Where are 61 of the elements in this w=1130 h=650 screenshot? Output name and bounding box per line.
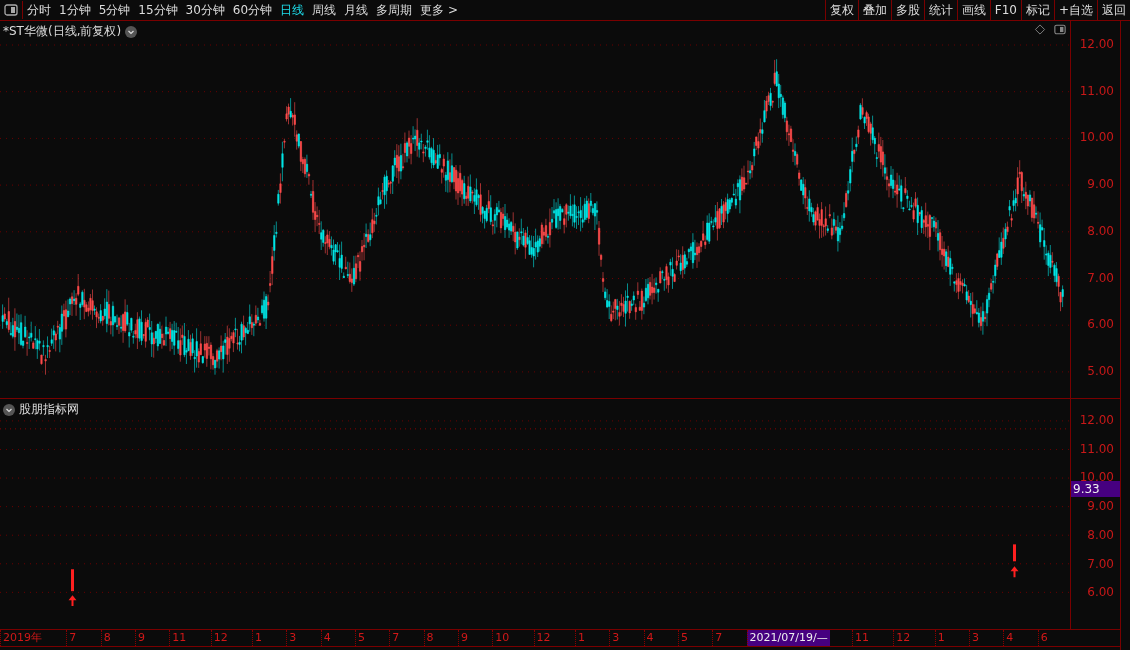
axis-label: 9.00 bbox=[1087, 499, 1114, 514]
chart-title: *ST华微(日线,前复权) bbox=[3, 23, 122, 40]
axis-label: 8.00 bbox=[1087, 527, 1114, 542]
axis-label: 11.00 bbox=[1079, 83, 1114, 98]
date-label: 1 bbox=[574, 630, 587, 646]
axis-label: 6.00 bbox=[1087, 317, 1114, 332]
axis-label: 12.00 bbox=[1079, 37, 1114, 51]
date-label: 2019年 bbox=[0, 630, 44, 646]
date-label: 1 bbox=[251, 630, 264, 646]
date-label: 1 bbox=[934, 630, 947, 646]
date-label: 8 bbox=[100, 630, 113, 646]
date-label: 9 bbox=[135, 630, 147, 646]
chevron-down-icon[interactable] bbox=[125, 25, 138, 38]
date-label: 8 bbox=[423, 630, 436, 646]
date-label: 3 bbox=[609, 630, 622, 646]
period-tab[interactable]: 5分钟 bbox=[94, 1, 135, 19]
date-label: 12 bbox=[893, 630, 913, 646]
date-label: 3 bbox=[969, 630, 981, 646]
chevron-down-icon[interactable] bbox=[3, 403, 15, 416]
cursor-value: 9.33 bbox=[1071, 481, 1120, 497]
date-label: 11 bbox=[852, 630, 871, 646]
date-label: 6 bbox=[1037, 630, 1050, 646]
date-label: 7 bbox=[389, 630, 402, 646]
indicator-title: 股朋指标网 bbox=[19, 401, 79, 418]
date-label: 5 bbox=[677, 630, 690, 646]
date-label: 4 bbox=[643, 630, 656, 646]
axis-label: 7.00 bbox=[1087, 556, 1114, 571]
axis-label: 10.00 bbox=[1079, 130, 1114, 145]
period-tab[interactable]: 更多 > bbox=[416, 1, 462, 19]
period-tab[interactable]: 60分钟 bbox=[228, 1, 277, 19]
signal-arrow-icon bbox=[68, 569, 77, 607]
date-label: 10 bbox=[492, 630, 512, 646]
period-tab[interactable]: 多周期 bbox=[372, 1, 417, 19]
axis-label: 6.00 bbox=[1087, 585, 1114, 600]
date-label: 5 bbox=[354, 630, 367, 646]
period-tab[interactable]: 1分钟 bbox=[55, 1, 95, 19]
sidebar-toggle-icon[interactable] bbox=[1054, 24, 1066, 35]
period-tab[interactable]: 日线 bbox=[276, 1, 309, 19]
date-label: 7 bbox=[712, 630, 725, 646]
date-label: 9 bbox=[457, 630, 470, 646]
signal-arrow-icon bbox=[1010, 544, 1019, 578]
period-tab[interactable]: 分时 bbox=[23, 1, 55, 19]
axis-label: 9.00 bbox=[1087, 177, 1114, 192]
date-label: 12 bbox=[533, 630, 553, 646]
period-tab[interactable]: 15分钟 bbox=[134, 1, 182, 19]
date-label: 2021/07/19/— bbox=[746, 630, 830, 646]
axis-label: 12.00 bbox=[1079, 413, 1114, 427]
axis-label: 8.00 bbox=[1087, 223, 1114, 238]
date-label: 3 bbox=[286, 630, 299, 646]
period-tab[interactable]: 月线 bbox=[340, 1, 373, 19]
date-label: 7 bbox=[66, 630, 79, 646]
date-label: 11 bbox=[169, 630, 189, 646]
date-label: 4 bbox=[1003, 630, 1016, 646]
date-label: 12 bbox=[210, 630, 230, 646]
period-tab[interactable]: 30分钟 bbox=[181, 1, 229, 19]
diamond-icon[interactable] bbox=[1034, 24, 1046, 35]
axis-label: 5.00 bbox=[1087, 363, 1114, 378]
period-tab[interactable]: 周线 bbox=[308, 1, 341, 19]
date-label: 4 bbox=[320, 630, 333, 646]
axis-label: 7.00 bbox=[1087, 270, 1114, 285]
axis-label: 11.00 bbox=[1079, 441, 1114, 456]
